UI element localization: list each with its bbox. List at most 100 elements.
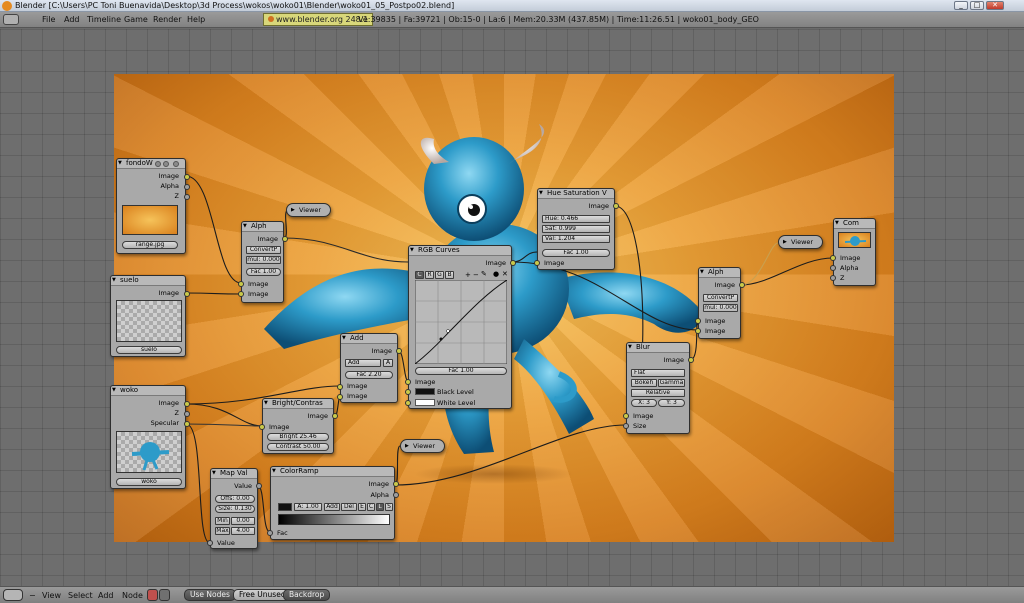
curve-tab-c[interactable]: C (415, 271, 424, 279)
node-fondow-header[interactable]: fondoW (117, 159, 185, 169)
cardinal-interp-button[interactable]: C (367, 503, 375, 511)
output-socket-image[interactable] (184, 291, 190, 297)
output-socket-image[interactable] (184, 401, 190, 407)
size-field[interactable]: Size: 0.130 (215, 505, 255, 513)
node-suelo-image[interactable]: suelo Image suelo (110, 275, 190, 357)
active-stop-color[interactable] (278, 503, 292, 511)
node-mapval-header[interactable]: Map Val (211, 469, 257, 479)
node-bright-contrast[interactable]: Bright/Contras Image Image Bright 25.46 … (259, 398, 338, 454)
min-field[interactable]: 0.00 (231, 517, 255, 525)
menu-node[interactable]: Node (122, 591, 143, 600)
output-socket-image[interactable] (739, 282, 745, 288)
white-level-swatch[interactable] (415, 399, 435, 406)
node-woko-render-layer[interactable]: woko Image Z Specular woko (110, 385, 190, 489)
editor-type-icon[interactable] (3, 589, 23, 601)
spline-interp-button[interactable]: S (385, 503, 393, 511)
value-slider[interactable]: Val: 1.204 (542, 235, 610, 243)
input-socket-image-1[interactable] (238, 281, 244, 287)
input-socket-image[interactable] (259, 424, 265, 430)
node-rgb-curves[interactable]: RGB Curves Image C R G B + − ✎ ● ✕ Fac 1… (405, 245, 516, 409)
y-size-field[interactable]: Y: 3 (658, 399, 685, 407)
mul-field[interactable]: mul: 0.000 (703, 304, 738, 312)
menu-render[interactable]: Render (153, 15, 181, 24)
node-huesat-header[interactable]: Hue Saturation V (538, 189, 614, 199)
render-layer-selector[interactable]: woko (116, 478, 182, 486)
input-socket-value[interactable] (207, 540, 213, 546)
input-socket-image-2[interactable] (238, 291, 244, 297)
input-socket-black-level[interactable] (405, 389, 411, 395)
contrast-slider[interactable]: Contrast 50.00 (267, 443, 329, 451)
black-level-swatch[interactable] (415, 388, 435, 395)
input-socket-image[interactable] (534, 260, 540, 266)
output-socket-alpha[interactable] (393, 492, 399, 498)
backdrop-toggle[interactable]: Backdrop (283, 589, 331, 601)
x-size-field[interactable]: X: 3 (631, 399, 657, 407)
node-close-icon[interactable] (173, 161, 179, 167)
node-color-ramp[interactable]: ColorRamp Image Alpha A: 1.00 Add Del E … (267, 466, 399, 540)
input-socket-image-2[interactable] (695, 328, 701, 334)
node-alphaover-1[interactable]: Alph Image ConvertP mul: 0.000 Fac 1.00 … (238, 221, 288, 303)
output-socket-image[interactable] (332, 413, 338, 419)
node-add-header[interactable]: Add (341, 334, 397, 344)
max-field[interactable]: 4.00 (231, 527, 255, 535)
menu-timeline[interactable]: Timeline (87, 15, 121, 24)
menu-select[interactable]: Select (68, 591, 93, 600)
node-alph1-header[interactable]: Alph (242, 222, 283, 232)
node-alphaover-2[interactable]: Alph Image ConvertP mul: 0.000 Image Ima… (695, 267, 745, 339)
ramp-gradient[interactable] (278, 514, 390, 525)
menu-file[interactable]: File (42, 15, 55, 24)
use-nodes-toggle[interactable]: Use Nodes (184, 589, 236, 601)
bokeh-toggle[interactable]: Bokeh (631, 379, 657, 387)
fac-slider[interactable]: Fac 1.00 (542, 249, 610, 257)
output-socket-image[interactable] (688, 357, 694, 363)
convert-premul-toggle[interactable]: ConvertP (246, 246, 281, 254)
node-colorramp-header[interactable]: ColorRamp (271, 467, 394, 477)
blender-version-badge[interactable]: www.blender.org 248.1 (263, 13, 374, 26)
clip-icon[interactable]: ● (493, 270, 499, 278)
filter-type-select[interactable]: Flat (631, 369, 685, 377)
output-socket-specular[interactable] (184, 421, 190, 427)
input-socket-image-1[interactable] (337, 384, 343, 390)
output-socket-image[interactable] (393, 481, 399, 487)
node-hue-saturation[interactable]: Hue Saturation V Image Hue: 0.466 Sat: 0… (534, 188, 619, 270)
output-socket-z[interactable] (184, 411, 190, 417)
node-blur[interactable]: Blur Image Flat Bokeh Gamma Relative X: … (623, 342, 694, 434)
relative-toggle[interactable]: Relative (631, 389, 685, 397)
hue-slider[interactable]: Hue: 0.466 (542, 215, 610, 223)
material-nodes-icon[interactable] (147, 589, 158, 601)
tool-wrench-icon[interactable]: ✎ (481, 270, 487, 278)
node-map-value[interactable]: Map Val Value Offs: 0.00 Size: 0.130 Min… (207, 468, 262, 549)
alpha-field[interactable]: A: 1.00 (294, 503, 322, 511)
node-suelo-header[interactable]: suelo (111, 276, 185, 286)
output-socket-image[interactable] (510, 260, 516, 266)
menu-add[interactable]: Add (98, 591, 114, 600)
curve-graph[interactable] (415, 280, 507, 364)
output-socket-z[interactable] (184, 194, 190, 200)
curve-tab-r[interactable]: R (425, 271, 434, 279)
saturation-slider[interactable]: Sat: 0.999 (542, 225, 610, 233)
collapse-menu-icon[interactable]: − (29, 591, 36, 600)
mul-field[interactable]: mul: 0.000 (246, 256, 281, 264)
node-woko-header[interactable]: woko (111, 386, 185, 396)
node-alph2-header[interactable]: Alph (699, 268, 740, 278)
use-min-toggle[interactable]: Min (215, 517, 230, 525)
delete-stop-button[interactable]: Del (341, 503, 357, 511)
output-socket-image[interactable] (613, 203, 619, 209)
linear-interp-button[interactable]: L (376, 503, 384, 511)
close-button[interactable]: ✕ (986, 1, 1004, 10)
input-socket-size[interactable] (623, 423, 629, 429)
zoom-in-icon[interactable]: + (465, 271, 471, 279)
image-file-selector[interactable]: suelo (116, 346, 182, 354)
input-socket-fac[interactable] (267, 530, 273, 536)
output-socket-alpha[interactable] (184, 184, 190, 190)
curve-tab-g[interactable]: G (435, 271, 444, 279)
composite-nodes-icon[interactable] (159, 589, 170, 601)
output-socket-image[interactable] (282, 236, 288, 242)
node-blur-header[interactable]: Blur (627, 343, 689, 353)
image-file-selector[interactable]: range.jpg (122, 241, 178, 249)
zoom-out-icon[interactable]: − (473, 271, 479, 279)
convert-premul-toggle[interactable]: ConvertP (703, 294, 738, 302)
input-socket-image[interactable] (830, 255, 836, 261)
output-socket-value[interactable] (256, 483, 262, 489)
node-composite-header[interactable]: Com (834, 219, 875, 229)
